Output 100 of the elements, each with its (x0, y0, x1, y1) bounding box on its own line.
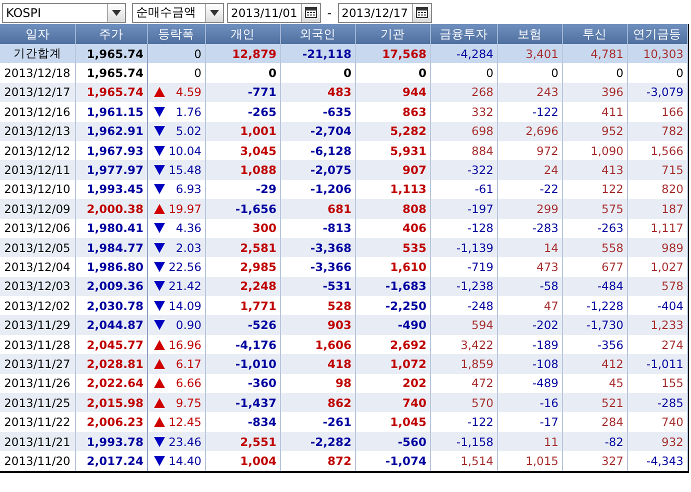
price-cell: 2,044.87 (75, 315, 147, 335)
measure-dropdown[interactable]: 순매수금액 (132, 2, 224, 22)
end-date-field[interactable]: 2013/12/17 (338, 2, 432, 22)
value-cell: 243 (497, 82, 562, 102)
value-cell: 2,696 (497, 122, 562, 141)
value-cell: 17,568 (355, 44, 430, 64)
value-cell: 808 (355, 199, 430, 219)
column-header[interactable]: 개인 (205, 24, 280, 44)
value-cell: 1,566 (627, 140, 687, 160)
value-cell: -531 (280, 276, 355, 296)
price-cell: 2,000.38 (75, 199, 147, 219)
range-separator: - (327, 6, 332, 20)
value-cell: -2,704 (280, 122, 355, 141)
column-header[interactable]: 외국인 (280, 24, 355, 44)
price-cell: 2,006.23 (75, 412, 147, 432)
value-cell: -1,010 (205, 354, 280, 374)
value-cell: 5,931 (355, 140, 430, 160)
value-cell: 1,088 (205, 160, 280, 180)
price-cell: 2,015.98 (75, 393, 147, 412)
change-cell: 6.93 (176, 182, 202, 196)
value-cell: -1,437 (205, 393, 280, 412)
column-header[interactable]: 연기금등 (627, 24, 687, 44)
price-cell: 2,009.36 (75, 276, 147, 296)
value-cell: -1,206 (280, 180, 355, 200)
value-cell: 98 (280, 374, 355, 394)
value-cell: -2,250 (355, 296, 430, 316)
value-cell: -6,128 (280, 140, 355, 160)
column-header[interactable]: 보험 (497, 24, 562, 44)
value-cell: -17 (497, 412, 562, 432)
date-cell: 2013/12/11 (0, 160, 75, 180)
value-cell: -283 (497, 218, 562, 238)
value-cell: 1,045 (355, 412, 430, 432)
value-cell: 3,422 (430, 334, 497, 354)
column-header[interactable]: 등락폭 (147, 24, 205, 44)
change-cell: 0.90 (176, 318, 202, 332)
value-cell: 5,282 (355, 122, 430, 141)
value-cell: 11 (497, 432, 562, 452)
column-header[interactable]: 투신 (562, 24, 627, 44)
change-cell: 14.40 (168, 454, 202, 468)
change-cell: 23.46 (168, 434, 202, 448)
date-cell: 2013/12/03 (0, 276, 75, 296)
value-cell: -813 (280, 218, 355, 238)
value-cell: 418 (280, 354, 355, 374)
value-cell: 0 (205, 63, 280, 83)
column-header[interactable]: 주가 (75, 24, 147, 44)
value-cell: 10,303 (627, 44, 687, 64)
value-cell: 472 (430, 374, 497, 394)
value-cell: 872 (280, 451, 355, 471)
value-cell: -3,079 (627, 82, 687, 102)
value-cell: -128 (430, 218, 497, 238)
value-cell: 952 (562, 122, 627, 141)
value-cell: -3,366 (280, 257, 355, 277)
value-cell: -3,368 (280, 238, 355, 258)
date-cell: 2013/11/26 (0, 374, 75, 394)
change-cell: 12.45 (168, 415, 202, 430)
calendar-icon (416, 7, 428, 18)
price-cell: 1,967.93 (75, 140, 147, 160)
date-cell: 2013/12/18 (0, 63, 75, 83)
start-date-field[interactable]: 2013/11/01 (227, 2, 322, 22)
date-cell: 2013/12/12 (0, 140, 75, 160)
value-cell: -285 (627, 393, 687, 412)
change-cell: 1.76 (176, 104, 202, 119)
column-header[interactable]: 금융투자 (430, 24, 497, 44)
value-cell: 1,015 (497, 451, 562, 471)
value-cell: -265 (205, 102, 280, 122)
price-cell: 2,022.64 (75, 374, 147, 394)
value-cell: 594 (430, 315, 497, 335)
date-cell: 2013/11/21 (0, 432, 75, 452)
value-cell: 528 (280, 296, 355, 316)
value-cell: 1,001 (205, 122, 280, 141)
value-cell: -16 (497, 393, 562, 412)
value-cell: 715 (627, 160, 687, 180)
value-cell: 3,401 (497, 44, 562, 64)
column-header[interactable]: 일자 (0, 24, 75, 44)
date-cell: 2013/12/06 (0, 218, 75, 238)
value-cell: -360 (205, 374, 280, 394)
value-cell: -490 (355, 315, 430, 335)
price-cell: 2,017.24 (75, 451, 147, 471)
date-cell: 2013/11/25 (0, 393, 75, 412)
date-cell: 2013/12/10 (0, 180, 75, 200)
value-cell: 862 (280, 393, 355, 412)
price-cell: 1,993.78 (75, 432, 147, 452)
value-cell: 274 (627, 334, 687, 354)
value-cell: 3,045 (205, 140, 280, 160)
column-header[interactable]: 기관 (355, 24, 430, 44)
market-dropdown[interactable]: KOSPI (2, 2, 126, 22)
value-cell: 2,551 (205, 432, 280, 452)
value-cell: 1,514 (430, 451, 497, 471)
date-cell: 2013/12/02 (0, 296, 75, 316)
value-cell: -404 (627, 296, 687, 316)
value-cell: 413 (562, 160, 627, 180)
value-cell: -1,683 (355, 276, 430, 296)
value-cell: 1,610 (355, 257, 430, 277)
value-cell: 903 (280, 315, 355, 335)
value-cell: 2,248 (205, 276, 280, 296)
change-cell: 9.75 (176, 396, 202, 410)
date-cell: 2013/11/22 (0, 412, 75, 432)
value-cell: 47 (497, 296, 562, 316)
value-cell: 575 (562, 199, 627, 219)
caret-icon (112, 10, 121, 16)
